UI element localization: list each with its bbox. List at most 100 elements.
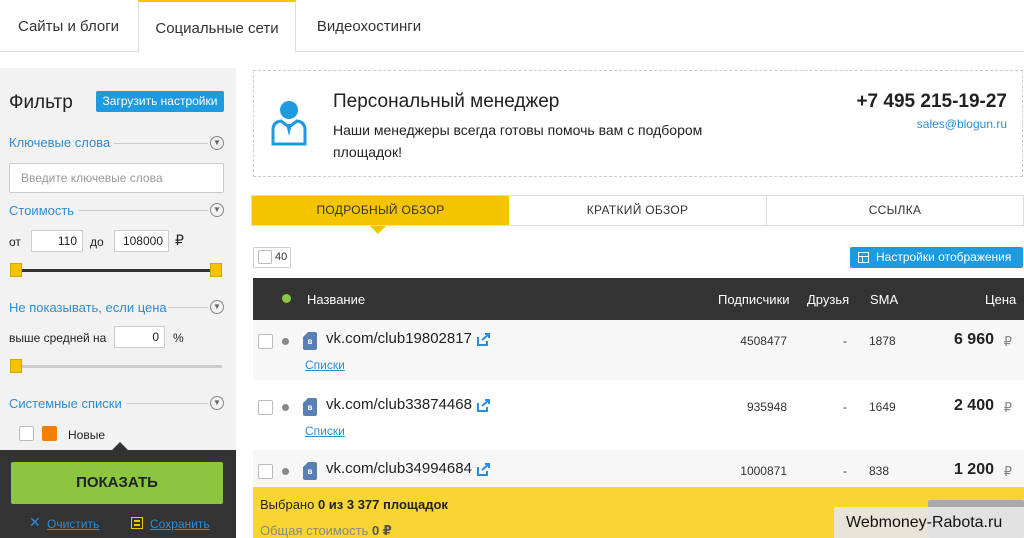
divider (79, 210, 208, 211)
tab-label: Сайты и блоги (17, 18, 120, 35)
row-subscribers: 1000871 (740, 464, 787, 478)
row-checkbox[interactable] (258, 400, 273, 415)
select-all-checkbox[interactable] (258, 250, 272, 264)
manager-icon (271, 101, 307, 146)
row-lists-link[interactable]: Списки (305, 424, 345, 438)
manager-text: Наши менеджеры всегда готовы помочь вам … (333, 122, 703, 160)
vk-icon: в (303, 398, 317, 416)
save-link[interactable]: Сохранить (150, 517, 210, 531)
manager-email[interactable]: sales@blogun.ru (917, 117, 1007, 131)
tab-label: Видеохостинги (316, 18, 422, 35)
total-prefix: Общая стоимость (260, 523, 372, 538)
row-lists-link[interactable]: Списки (305, 358, 345, 372)
cost-label[interactable]: Стоимость (9, 203, 74, 218)
from-label: от (9, 235, 21, 249)
row-sma: 838 (869, 464, 890, 478)
row-name[interactable]: vk.com/club34994684 (326, 460, 472, 477)
vk-icon: в (303, 462, 317, 480)
new-list-label: Новые (68, 428, 106, 442)
filter-title: Фильтр (9, 92, 73, 113)
show-button[interactable]: ПОКАЗАТЬ (11, 462, 223, 504)
row-friends: - (843, 464, 847, 478)
row-subscribers: 935948 (746, 400, 787, 414)
row-checkbox[interactable] (258, 464, 273, 479)
filter-sidebar: Фильтр Загрузить настройки Ключевые слов… (0, 68, 236, 538)
divider (114, 143, 208, 144)
row-checkbox[interactable] (258, 334, 273, 349)
panel-pointer (112, 442, 128, 450)
keywords-input[interactable] (9, 163, 224, 193)
external-link-icon[interactable] (477, 332, 491, 346)
status-dot-icon (282, 404, 289, 411)
external-link-icon[interactable] (477, 462, 491, 476)
header-name[interactable]: Название (307, 292, 365, 307)
percent-slider-handle[interactable] (10, 359, 22, 373)
price-from-input[interactable] (31, 230, 83, 252)
chevron-down-icon[interactable]: ▼ (210, 203, 224, 217)
hide-if-price-label[interactable]: Не показывать, если цена (9, 300, 167, 315)
tab-detailed-view[interactable]: ПОДРОБНЫЙ ОБЗОР (252, 196, 509, 225)
display-settings-label: Настройки отображения (876, 250, 1012, 264)
personal-manager-box: Персональный менеджер Наши менеджеры все… (253, 70, 1023, 177)
table-row: в vk.com/club19802817 Списки 4508477 - 1… (253, 320, 1024, 380)
header-price[interactable]: Цена (985, 292, 1016, 307)
status-dot-icon (282, 338, 289, 345)
per-page-value: 40 (275, 251, 288, 263)
above-average-label: выше средней на (9, 331, 107, 345)
row-sma: 1878 (869, 334, 896, 348)
system-lists-label[interactable]: Системные списки (9, 396, 122, 411)
tab-label: КРАТКИЙ ОБЗОР (586, 203, 689, 217)
table-row: в vk.com/club33874468 Списки 935948 - 16… (253, 386, 1024, 446)
row-subscribers: 4508477 (740, 334, 787, 348)
status-dot-icon (282, 294, 291, 303)
display-settings-button[interactable]: Настройки отображения (850, 247, 1023, 268)
tab-pointer (370, 226, 386, 234)
row-price: 1 200 (953, 461, 994, 478)
price-slider-max-handle[interactable] (210, 263, 222, 277)
tab-link-view[interactable]: ССЫЛКА (767, 196, 1023, 225)
row-name[interactable]: vk.com/club19802817 (326, 330, 472, 347)
selected-prefix: Выбрано (260, 497, 318, 512)
tab-label: ПОДРОБНЫЙ ОБЗОР (316, 203, 445, 217)
price-slider-min-handle[interactable] (10, 263, 22, 277)
chevron-down-icon[interactable]: ▼ (210, 396, 224, 410)
chevron-down-icon[interactable]: ▼ (210, 300, 224, 314)
header-sma[interactable]: SMA (870, 292, 898, 307)
new-list-checkbox[interactable] (19, 426, 34, 441)
divider (126, 403, 208, 404)
close-icon[interactable]: ✕ (29, 514, 41, 531)
currency-label: ₽ (175, 232, 184, 248)
row-sma: 1649 (869, 400, 896, 414)
total-value: 0 ₽ (371, 523, 392, 538)
percent-slider-track[interactable] (14, 365, 222, 368)
vk-icon: в (303, 332, 317, 350)
tab-sites-blogs[interactable]: Сайты и блоги (0, 0, 137, 52)
chevron-down-icon[interactable]: ▼ (210, 136, 224, 150)
row-price: 6 960 (953, 331, 994, 348)
layout-icon (858, 252, 869, 263)
view-tabs: ПОДРОБНЫЙ ОБЗОР КРАТКИЙ ОБЗОР ССЫЛКА (251, 195, 1024, 226)
tab-label: ССЫЛКА (868, 203, 922, 217)
header-subscribers[interactable]: Подписчики (718, 292, 790, 307)
above-average-input[interactable] (114, 326, 165, 348)
manager-phone: +7 495 215-19-27 (856, 91, 1007, 112)
row-name[interactable]: vk.com/club33874468 (326, 396, 472, 413)
external-link-icon[interactable] (477, 398, 491, 412)
row-friends: - (843, 334, 847, 348)
header-friends[interactable]: Друзья (807, 292, 849, 307)
per-page-selector[interactable]: 40 (253, 247, 291, 268)
load-settings-button[interactable]: Загрузить настройки (96, 91, 224, 112)
watermark: Webmoney-Rabota.ru (834, 507, 1024, 538)
clear-link[interactable]: Очистить (47, 517, 99, 531)
keywords-label[interactable]: Ключевые слова (9, 135, 110, 150)
row-currency: ₽ (1003, 400, 1012, 415)
to-label: до (90, 235, 104, 249)
row-currency: ₽ (1003, 464, 1012, 479)
tab-social-networks[interactable]: Социальные сети (138, 0, 296, 53)
save-icon[interactable] (131, 517, 143, 529)
table-header: Название Подписчики Друзья SMA Цена (253, 278, 1024, 320)
tab-brief-view[interactable]: КРАТКИЙ ОБЗОР (509, 196, 766, 225)
price-to-input[interactable] (114, 230, 169, 252)
price-slider-track[interactable] (14, 269, 222, 272)
tab-video-hosting[interactable]: Видеохостинги (296, 0, 442, 52)
